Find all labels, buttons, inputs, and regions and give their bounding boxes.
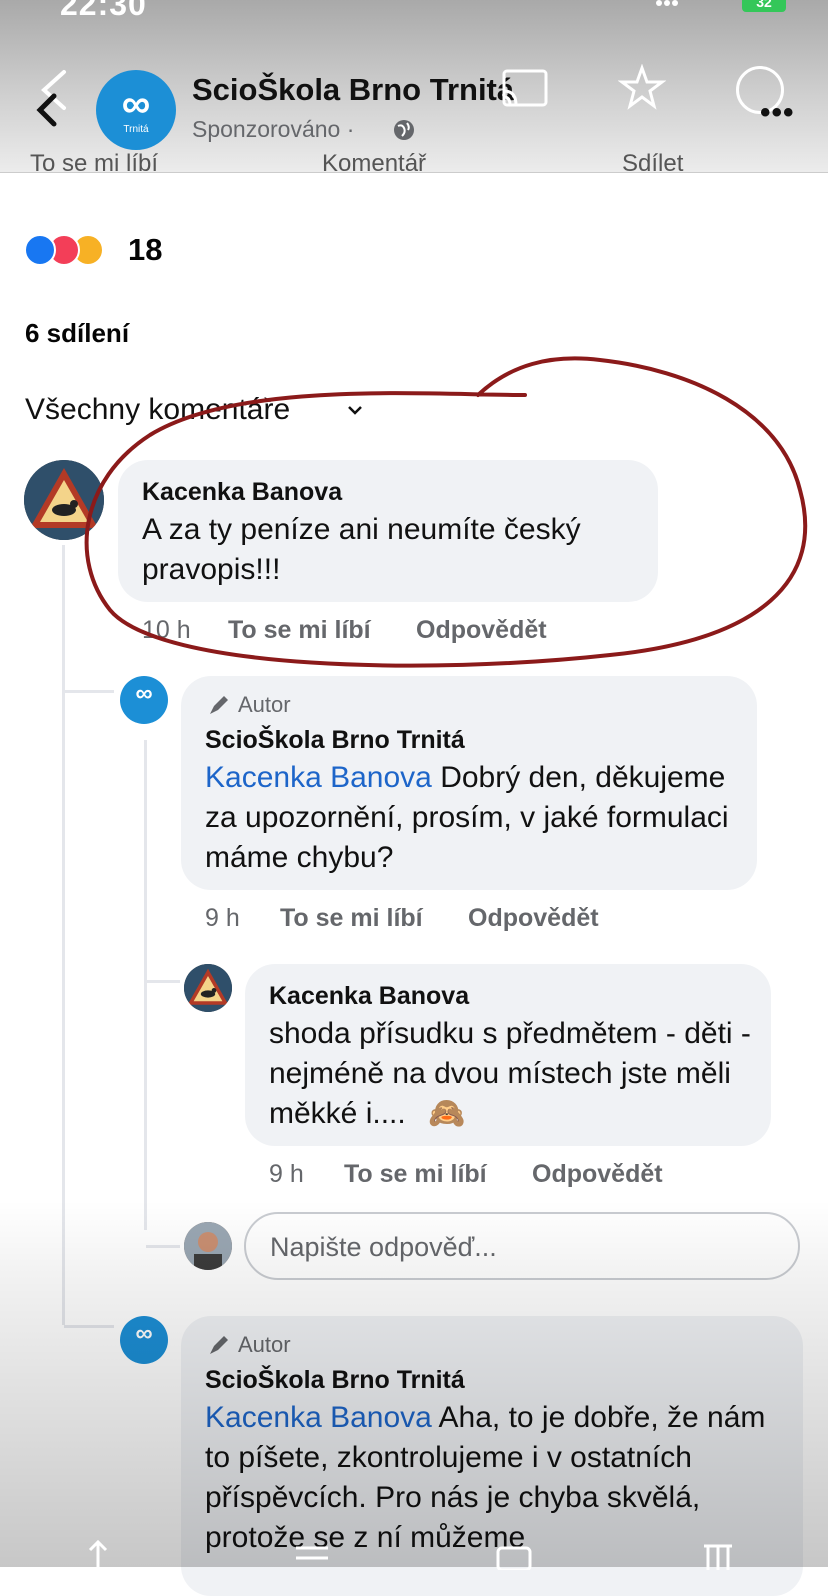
camera-icon[interactable] — [494, 1540, 534, 1570]
page-name[interactable]: ScioŠkola Brno Trnitá — [192, 72, 514, 108]
avatar[interactable]: ∞ — [120, 676, 168, 724]
sponsored-label: Sponzorováno · — [192, 116, 355, 142]
comment-text: Kacenka Banova Dobrý den, děkujeme za up… — [205, 758, 745, 878]
annotation-circle — [84, 356, 808, 668]
infinity-logo-icon: ∞ — [135, 680, 153, 707]
battery-icon: 32 — [742, 0, 786, 12]
infinity-logo-icon: ∞ — [135, 1320, 153, 1347]
avatar-caption: Trnitá — [123, 124, 149, 135]
see-no-evil-monkey-icon: 🙈 — [428, 1097, 466, 1130]
header-divider — [0, 172, 828, 173]
avatar[interactable]: ∞ — [120, 1316, 168, 1364]
trash-icon[interactable] — [698, 1540, 738, 1570]
user-avatar — [184, 1222, 232, 1270]
thread-connector — [146, 1245, 180, 1248]
user-photo-icon — [184, 1222, 232, 1270]
reply-link[interactable]: Odpovědět — [468, 904, 599, 933]
star-icon[interactable] — [618, 64, 666, 112]
chevron-left-icon — [36, 70, 66, 127]
like-icon — [24, 234, 56, 266]
infinity-logo-icon: ∞ — [121, 82, 151, 126]
comment-text: Kacenka Banova Aha, to je dobře, že nám … — [205, 1398, 790, 1558]
more-dots-icon[interactable]: ••• — [760, 96, 795, 130]
like-link[interactable]: To se mi líbí — [280, 904, 423, 933]
thread-connector — [146, 980, 180, 983]
comment-author[interactable]: Kacenka Banova — [269, 982, 469, 1011]
pencil-icon — [210, 696, 228, 714]
thread-connector — [64, 690, 114, 693]
author-badge: Autor — [238, 1332, 291, 1357]
comment-author[interactable]: ScioŠkola Brno Trnitá — [205, 726, 465, 755]
comment-time: 9 h — [269, 1160, 304, 1188]
comment-body: shoda přísudku s předmětem - děti - nejm… — [269, 1017, 751, 1130]
comment-text: shoda přísudku s předmětem - děti - nejm… — [269, 1014, 759, 1134]
signal-icon — [655, 0, 689, 10]
thread-line — [144, 740, 147, 1230]
comment-author[interactable]: ScioŠkola Brno Trnitá — [205, 1366, 465, 1395]
status-time: 22:30 — [60, 0, 147, 22]
reply-link[interactable]: Odpovědět — [532, 1160, 663, 1189]
globe-icon — [394, 120, 414, 140]
share-action[interactable]: Sdílet — [622, 150, 683, 178]
like-action[interactable]: To se mi líbí — [30, 150, 158, 178]
duck-sign-icon — [184, 964, 232, 1012]
author-badge: Autor — [238, 692, 291, 717]
mention-link[interactable]: Kacenka Banova — [205, 761, 432, 794]
comment-time: 9 h — [205, 904, 240, 932]
reaction-count[interactable]: 18 — [128, 232, 162, 268]
cast-icon[interactable] — [500, 67, 550, 109]
reply-placeholder[interactable]: Napište odpověď... — [270, 1232, 497, 1263]
adjust-icon[interactable] — [292, 1540, 332, 1570]
page-avatar[interactable]: ∞ Trnitá — [96, 70, 176, 150]
thread-connector — [64, 1325, 114, 1328]
like-link[interactable]: To se mi líbí — [344, 1160, 487, 1189]
comment-action[interactable]: Komentář — [322, 150, 426, 178]
avatar[interactable] — [184, 964, 232, 1012]
share-icon[interactable] — [78, 1540, 118, 1570]
pencil-icon — [210, 1336, 228, 1354]
back-button[interactable] — [26, 68, 76, 140]
mention-link[interactable]: Kacenka Banova — [205, 1401, 432, 1434]
